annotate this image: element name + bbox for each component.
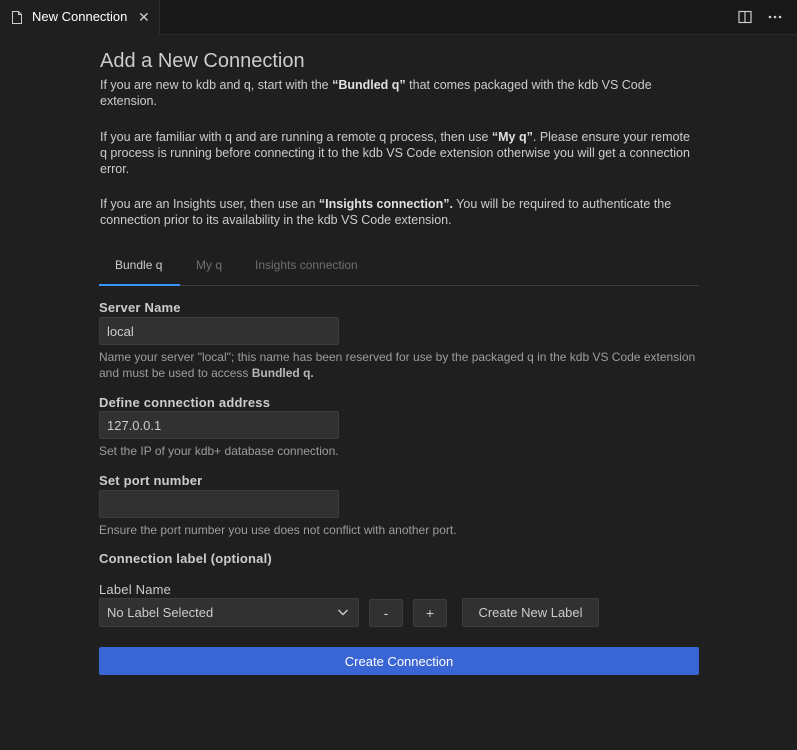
- editor-tab-bar: New Connection ✕: [0, 0, 797, 35]
- connection-address-help: Set the IP of your kdb+ database connect…: [99, 444, 339, 458]
- more-actions-icon[interactable]: [767, 9, 783, 25]
- server-name-input[interactable]: [99, 317, 339, 345]
- label-select[interactable]: No Label Selected: [99, 598, 359, 627]
- tab-bundle-q[interactable]: Bundle q: [115, 258, 162, 272]
- file-icon: [12, 11, 22, 24]
- server-name-help: Name your server "local"; this name has …: [99, 350, 696, 380]
- connection-address-input[interactable]: [99, 411, 339, 439]
- page-title: Add a New Connection: [100, 50, 305, 72]
- server-name-label: Server Name: [99, 300, 181, 315]
- label-select-value: No Label Selected: [107, 605, 214, 620]
- connection-type-tabs: Bundle q My q Insights connection: [99, 250, 699, 286]
- close-icon[interactable]: ✕: [138, 9, 150, 25]
- intro-my-q: If you are familiar with q and are runni…: [100, 130, 690, 176]
- active-tab-indicator: [99, 284, 180, 286]
- add-label-button[interactable]: +: [413, 599, 447, 627]
- port-number-label: Set port number: [99, 473, 203, 488]
- create-new-label-button[interactable]: Create New Label: [462, 598, 599, 627]
- port-number-help: Ensure the port number you use does not …: [99, 523, 457, 537]
- connection-label-heading: Connection label (optional): [99, 551, 272, 566]
- label-name-label: Label Name: [99, 582, 172, 597]
- port-number-input[interactable]: [99, 490, 339, 518]
- split-editor-icon[interactable]: [737, 9, 753, 25]
- tab-my-q[interactable]: My q: [196, 258, 222, 272]
- tab-insights-connection[interactable]: Insights connection: [255, 258, 358, 272]
- intro-insights: If you are an Insights user, then use an…: [100, 197, 672, 227]
- intro-bundled-q: If you are new to kdb and q, start with …: [100, 78, 652, 108]
- editor-tab-new-connection[interactable]: New Connection ✕: [0, 0, 160, 35]
- create-connection-button[interactable]: Create Connection: [99, 647, 699, 675]
- remove-label-button[interactable]: -: [369, 599, 403, 627]
- chevron-down-icon: [338, 609, 348, 616]
- connection-address-label: Define connection address: [99, 395, 271, 410]
- tab-title: New Connection: [32, 9, 128, 24]
